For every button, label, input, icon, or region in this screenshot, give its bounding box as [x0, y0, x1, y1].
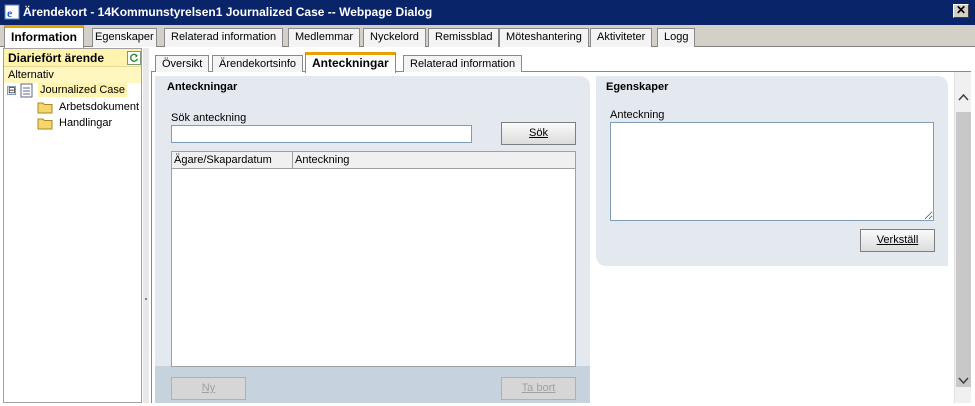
tree-label-journalized-case[interactable]: Journalized Case: [38, 83, 127, 97]
tab-information[interactable]: Information: [4, 25, 84, 48]
scroll-thumb[interactable]: [956, 112, 971, 387]
close-window-button[interactable]: ✕: [953, 4, 969, 18]
notes-table: Ägare/Skapardatum Anteckning: [171, 151, 576, 367]
tree-node-arbetsdokument[interactable]: Arbetsdokument: [4, 100, 141, 116]
tree-subheader: Alternativ: [4, 67, 141, 83]
alternativ-label[interactable]: Alternativ: [8, 69, 54, 81]
note-field-label: Anteckning: [610, 109, 665, 121]
apply-button[interactable]: Verkställ: [860, 229, 935, 252]
column-header-note[interactable]: Anteckning: [293, 152, 575, 168]
tab-logg[interactable]: Logg: [657, 28, 696, 47]
svg-text:e: e: [7, 6, 13, 20]
note-textarea[interactable]: [610, 122, 934, 221]
properties-panel-title: Egenskaper: [606, 81, 669, 93]
window-title: Ärendekort - 14Kommunstyrelsen1 Journali…: [23, 5, 433, 19]
tree-node-handlingar[interactable]: Handlingar: [4, 116, 141, 132]
tree-label-arbetsdokument[interactable]: Arbetsdokument: [57, 100, 141, 114]
tree-header-title: Diariefört ärende: [8, 51, 105, 65]
pane-splitter[interactable]: [143, 48, 149, 403]
ie-icon: e: [4, 4, 20, 20]
tab-medlemmar[interactable]: Medlemmar: [288, 28, 361, 47]
new-note-button[interactable]: Ny: [171, 377, 246, 400]
search-note-label: Sök anteckning: [171, 112, 247, 124]
document-icon: [20, 83, 33, 98]
tab-remissblad[interactable]: Remissblad: [428, 28, 500, 47]
column-header-owner-date[interactable]: Ägare/Skapardatum: [172, 152, 293, 168]
search-button[interactable]: Sök: [501, 122, 576, 145]
tab-oversikt[interactable]: Översikt: [155, 55, 210, 73]
folder-icon: [37, 102, 53, 114]
inner-tabstrip: Översikt Ärendekortsinfo Anteckningar Re…: [151, 52, 971, 73]
delete-note-button[interactable]: Ta bort: [501, 377, 576, 400]
folder-icon: [37, 118, 53, 130]
refresh-icon[interactable]: [127, 51, 141, 65]
main-tabstrip: Information Egenskaper Relaterad informa…: [0, 25, 975, 48]
notes-table-header: Ägare/Skapardatum Anteckning: [172, 152, 575, 169]
scroll-down-icon[interactable]: [955, 372, 972, 389]
tree-node-journalized-case[interactable]: ⊟ Journalized Case: [4, 83, 141, 99]
tab-egenskaper[interactable]: Egenskaper: [92, 28, 157, 47]
notes-panel-title: Anteckningar: [167, 81, 238, 93]
collapse-icon[interactable]: ⊟: [7, 86, 16, 95]
tree-header: Diariefört ärende: [4, 49, 141, 67]
tab-anteckningar[interactable]: Anteckningar: [305, 52, 396, 73]
scroll-up-icon[interactable]: [955, 89, 972, 106]
splitter-grip: [145, 298, 147, 300]
window-titlebar: e Ärendekort - 14Kommunstyrelsen1 Journa…: [0, 0, 975, 25]
tab-moteshantering[interactable]: Möteshantering: [499, 28, 589, 47]
case-tree-pane: Diariefört ärende Alternativ ⊟ Journaliz…: [3, 48, 142, 403]
vertical-scrollbar[interactable]: [954, 72, 971, 403]
search-note-input[interactable]: [171, 125, 472, 143]
tab-arendekortsinfo[interactable]: Ärendekortsinfo: [212, 55, 304, 73]
tab-inner-relaterad-information[interactable]: Relaterad information: [403, 55, 523, 73]
tree-label-handlingar[interactable]: Handlingar: [57, 116, 114, 130]
tab-relaterad-information[interactable]: Relaterad information: [164, 28, 284, 47]
tab-nyckelord[interactable]: Nyckelord: [363, 28, 426, 47]
tab-aktiviteter[interactable]: Aktiviteter: [590, 28, 653, 47]
